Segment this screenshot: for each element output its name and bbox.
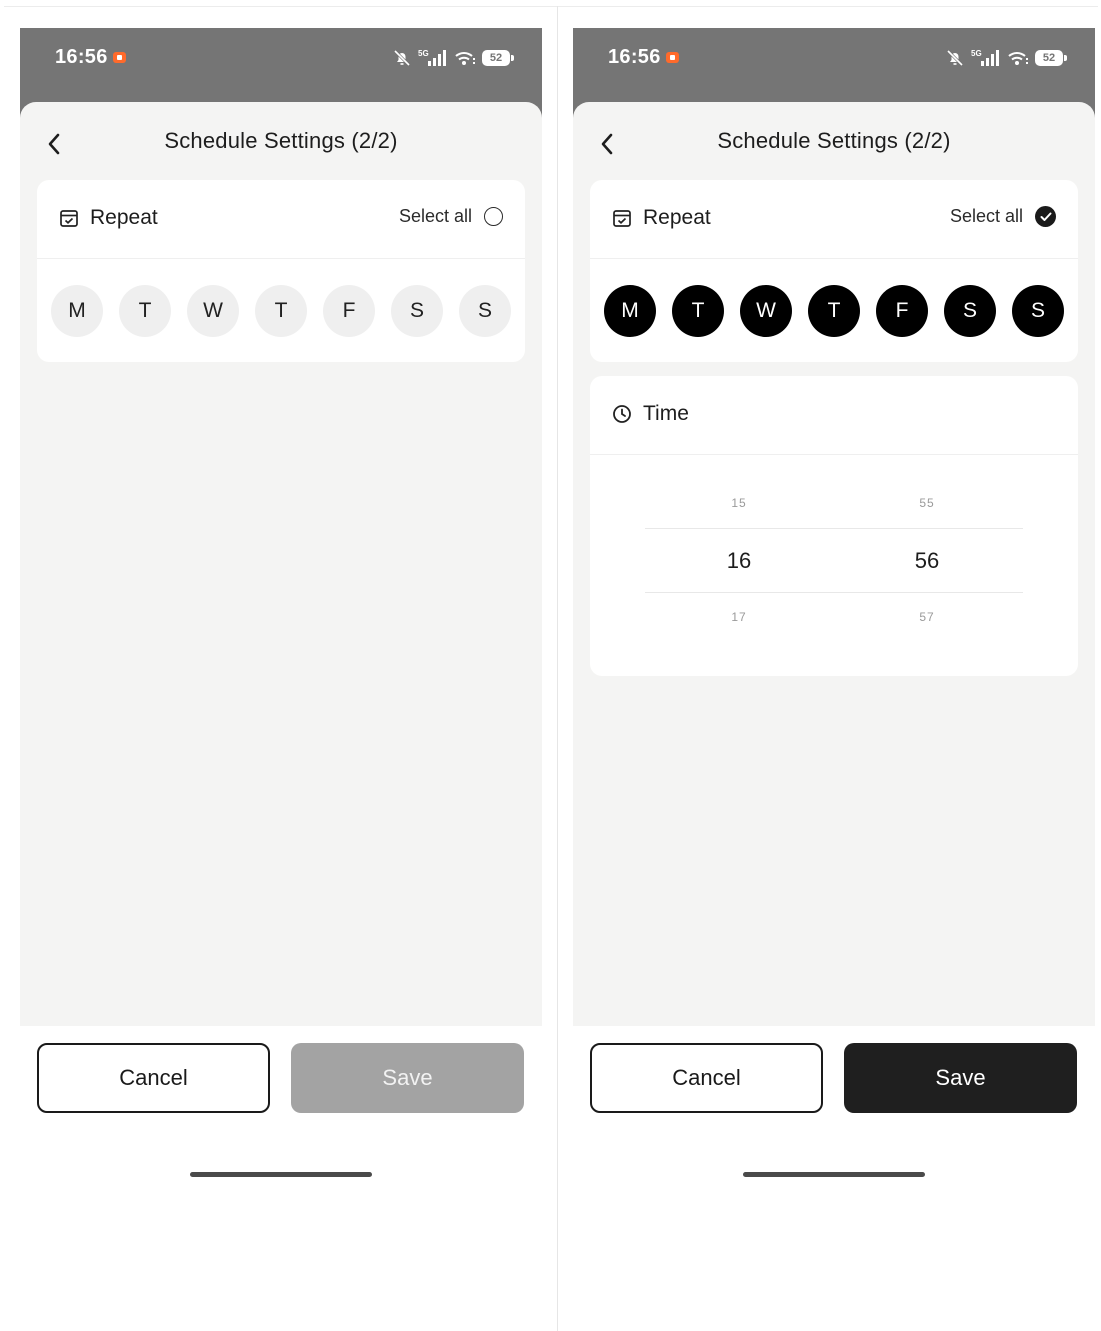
repeat-card: Repeat Select all M T W T F S S [590,180,1078,362]
page-title: Schedule Settings (2/2) [164,128,398,153]
bottom-action-bar: Cancel Save [573,1026,1095,1331]
day-tuesday[interactable]: T [119,285,171,337]
right-screen: 16:56 5G 52 Schedule Settings (2/2) Repe… [573,28,1095,1331]
select-all-toggle[interactable]: Select all [399,206,503,227]
battery-icon: 52 [482,50,514,66]
repeat-header: Repeat Select all [37,180,525,259]
select-all-toggle[interactable]: Select all [950,206,1056,227]
status-icons: 5G 52 [392,46,514,70]
time-label: Time [643,402,689,425]
cancel-button[interactable]: Cancel [590,1043,823,1113]
page-title: Schedule Settings (2/2) [717,128,951,153]
day-wednesday[interactable]: W [740,285,792,337]
repeat-label: Repeat [643,206,711,229]
minute-next[interactable]: 57 [887,610,967,624]
day-saturday[interactable]: S [391,285,443,337]
network-type: 5G [418,49,429,58]
day-monday[interactable]: M [604,285,656,337]
bell-off-icon [945,48,965,68]
clock-icon [613,405,631,423]
time-header: Time [590,376,1078,455]
time-picker[interactable]: 15 16 17 55 56 57 [645,468,1023,648]
cellular-signal-icon: 5G [418,48,448,68]
hour-next[interactable]: 17 [699,610,779,624]
battery-icon: 52 [1035,50,1067,66]
day-friday[interactable]: F [323,285,375,337]
hour-selected[interactable]: 16 [699,548,779,574]
select-all-label: Select all [398,206,472,226]
wifi-icon [454,49,476,67]
day-wednesday[interactable]: W [187,285,239,337]
schedule-sheet: Schedule Settings (2/2) Repeat Select al… [20,102,542,1026]
save-button[interactable]: Save [844,1043,1077,1113]
hour-prev[interactable]: 15 [699,496,779,510]
day-tuesday[interactable]: T [672,285,724,337]
repeat-label: Repeat [90,206,158,229]
center-divider [557,6,558,1331]
picker-line-bottom [645,592,1023,593]
day-sunday[interactable]: S [1012,285,1064,337]
left-screen: 16:56 5G 52 Schedule Settings (2/2) Repe… [20,28,542,1331]
network-type: 5G [971,49,982,58]
wifi-icon [1007,49,1029,67]
day-selector: M T W T F S S [604,285,1066,337]
day-thursday[interactable]: T [255,285,307,337]
home-indicator[interactable] [190,1172,372,1177]
save-button[interactable]: Save [291,1043,524,1113]
day-monday[interactable]: M [51,285,103,337]
cancel-button[interactable]: Cancel [37,1043,270,1113]
repeat-header: Repeat Select all [590,180,1078,259]
status-icons: 5G 52 [945,46,1067,70]
minute-prev[interactable]: 55 [887,496,967,510]
calendar-check-icon [60,210,78,227]
status-time: 16:56 [608,46,661,68]
home-indicator[interactable] [743,1172,925,1177]
picker-line-top [645,528,1023,529]
repeat-card: Repeat Select all M T W T F S S [37,180,525,362]
top-divider [4,6,1098,7]
time-card: Time 15 16 17 55 56 57 [590,376,1078,676]
minute-selected[interactable]: 56 [887,548,967,574]
schedule-sheet: Schedule Settings (2/2) Repeat Select al… [573,102,1095,1026]
bell-off-icon [392,48,412,68]
status-time: 16:56 [55,46,108,68]
recording-indicator-icon [113,52,126,63]
day-friday[interactable]: F [876,285,928,337]
day-saturday[interactable]: S [944,285,996,337]
check-circle-icon [1035,206,1056,227]
day-sunday[interactable]: S [459,285,511,337]
day-selector: M T W T F S S [51,285,513,337]
day-thursday[interactable]: T [808,285,860,337]
radio-empty-icon [484,207,503,226]
recording-indicator-icon [666,52,679,63]
calendar-check-icon [613,210,631,227]
bottom-action-bar: Cancel Save [20,1026,542,1331]
cellular-signal-icon: 5G [971,48,1001,68]
select-all-label: Select all [949,206,1023,226]
